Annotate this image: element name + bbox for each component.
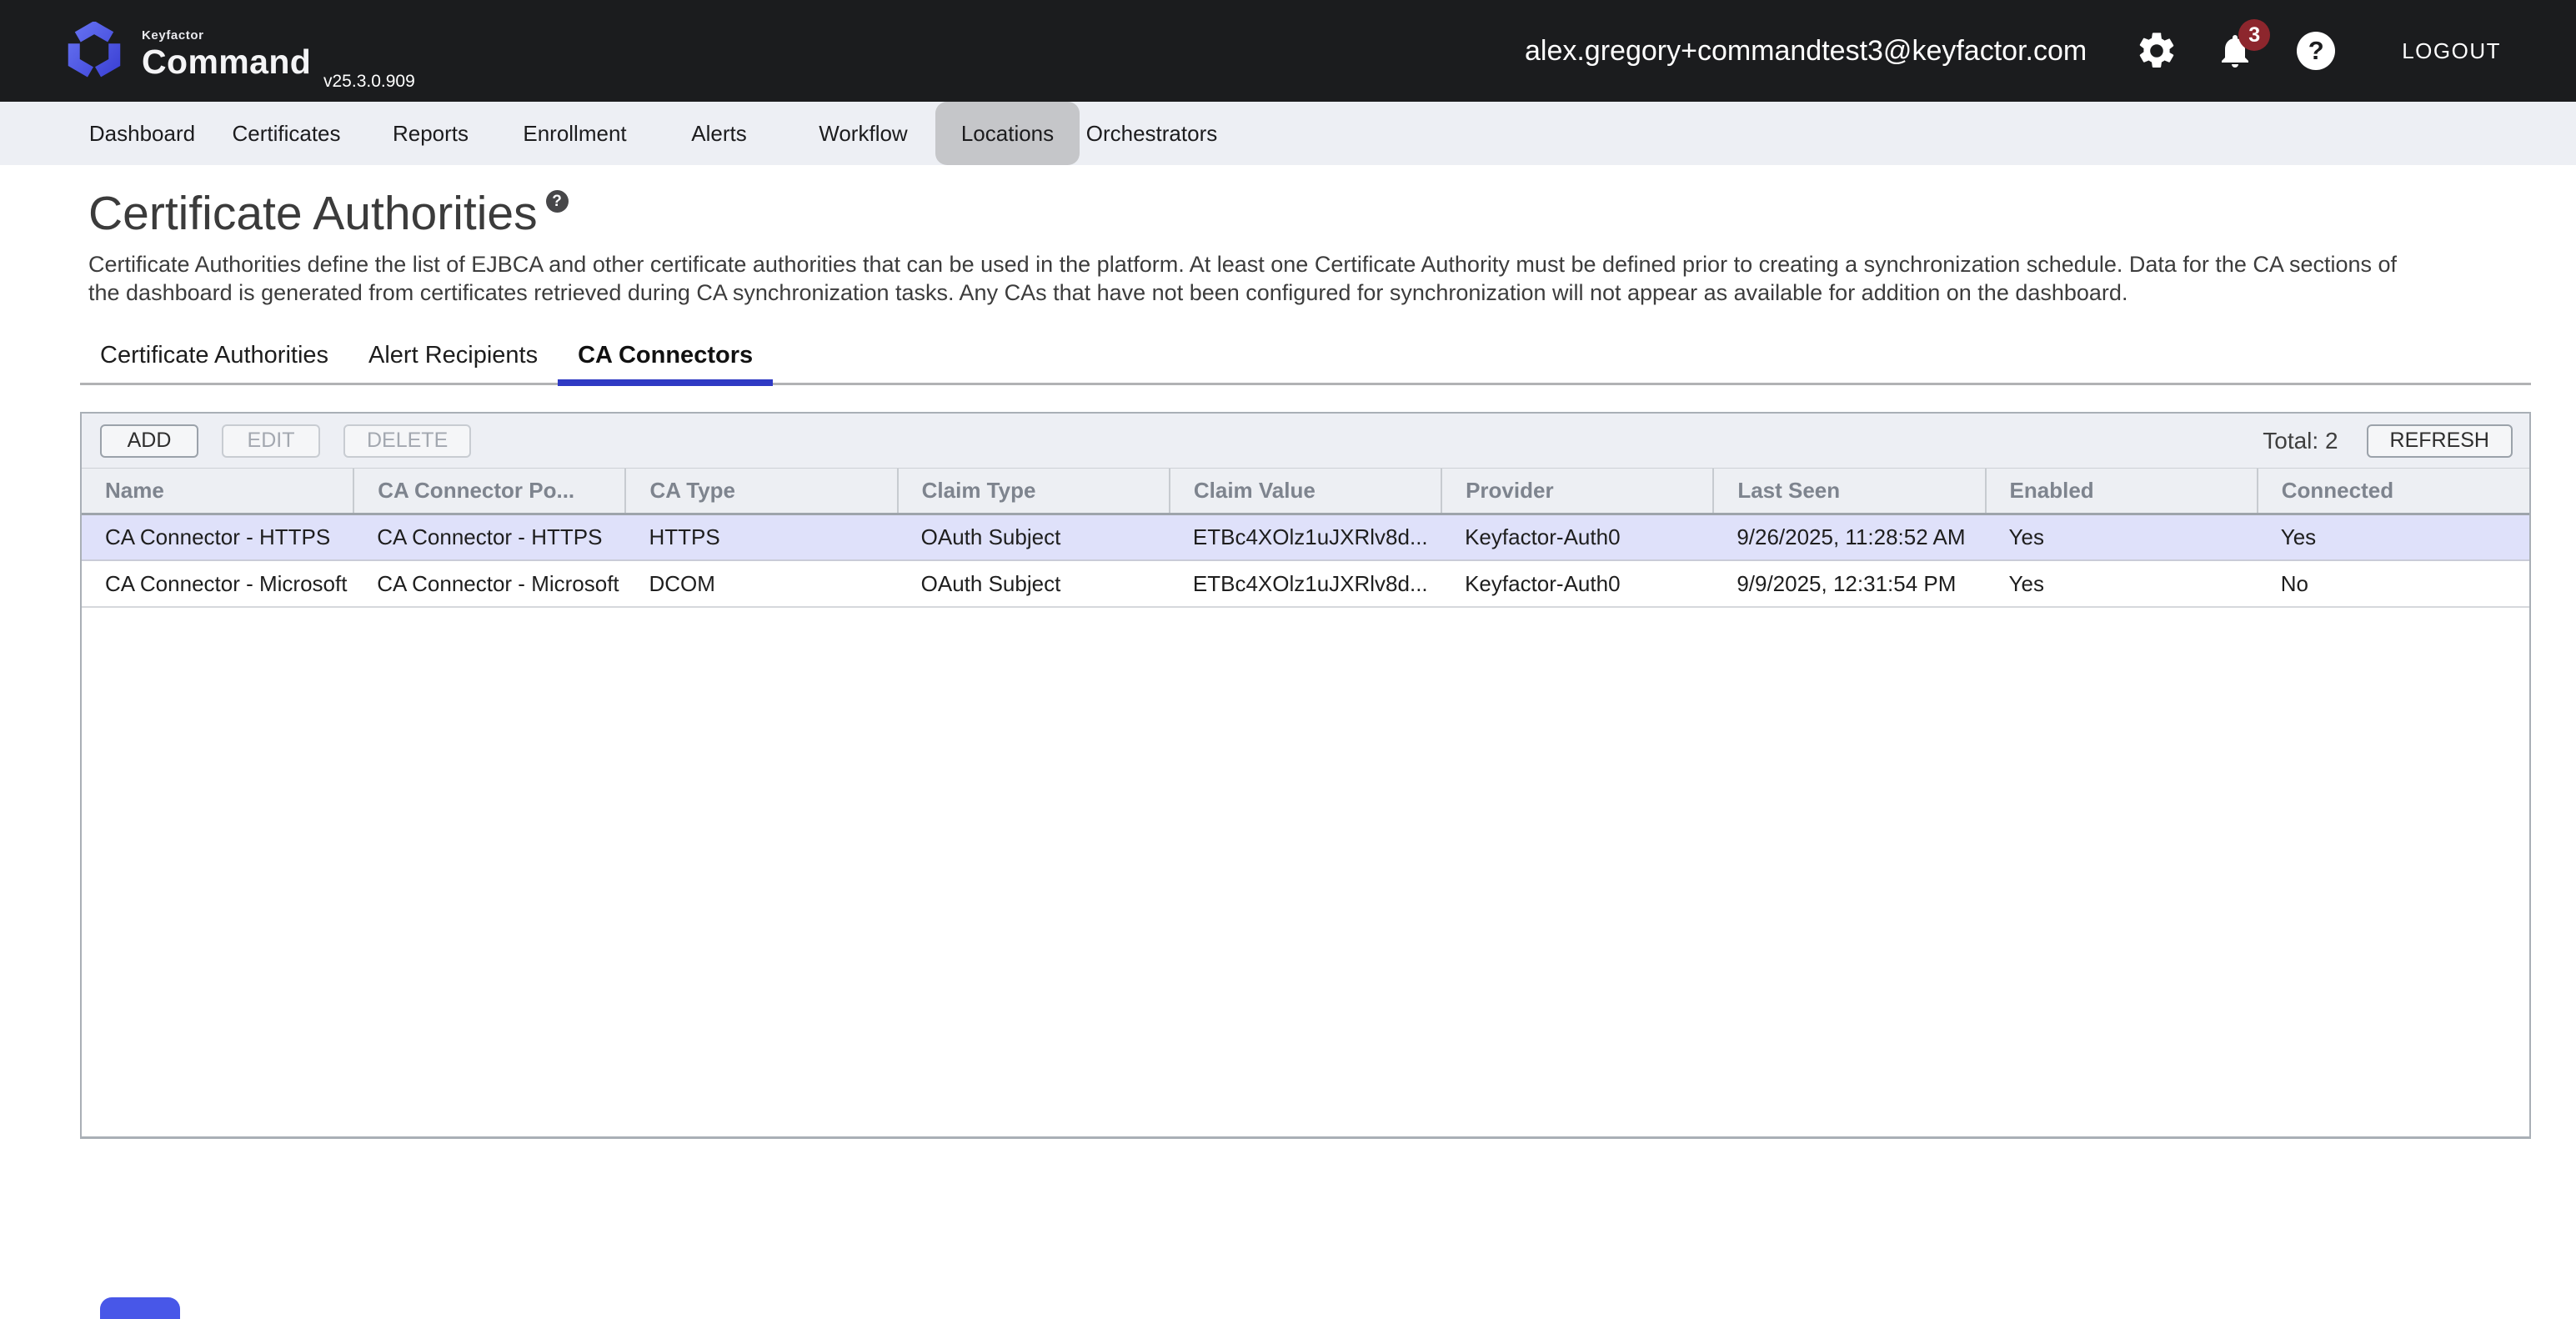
settings-gear-icon[interactable] [2135, 29, 2178, 73]
table-cell: ETBc4XOlz1uJXRlv8d... [1170, 514, 1441, 560]
notifications-bell-icon[interactable]: 3 [2215, 31, 2255, 71]
table-cell: 9/9/2025, 12:31:54 PM [1713, 560, 1985, 607]
nav-item-workflow[interactable]: Workflow [791, 102, 935, 165]
delete-button[interactable]: DELETE [343, 424, 471, 458]
keyfactor-hexagon-icon [65, 22, 123, 80]
main-content: Certificate Authorities ? Certificate Au… [0, 187, 2576, 1139]
table-cell: CA Connector - HTTPS [82, 514, 353, 560]
column-header-enabled[interactable]: Enabled [1986, 469, 2258, 514]
table-cell: CA Connector - Microsoft [82, 560, 353, 607]
nav-item-certificates[interactable]: Certificates [214, 102, 358, 165]
table-cell: 9/26/2025, 11:28:52 AM [1713, 514, 1985, 560]
table-cell: Keyfactor-Auth0 [1441, 514, 1713, 560]
table-cell: HTTPS [625, 514, 897, 560]
column-header-ca-connector-pool[interactable]: CA Connector Po... [353, 469, 625, 514]
table-cell: OAuth Subject [898, 514, 1170, 560]
table-cell: DCOM [625, 560, 897, 607]
app-root: Keyfactor Command v25.3.0.909 alex.grego… [0, 0, 2576, 1139]
page-title-text: Certificate Authorities [88, 187, 538, 240]
nav-item-enrollment[interactable]: Enrollment [503, 102, 647, 165]
nav-item-locations[interactable]: Locations [935, 102, 1080, 165]
table-cell: CA Connector - Microsoft [353, 560, 625, 607]
total-count: Total: 2 [2263, 428, 2338, 454]
topbar-right: alex.gregory+commandtest3@keyfactor.com … [1525, 0, 2501, 102]
brand-text: Keyfactor Command [142, 17, 311, 81]
column-header-ca-type[interactable]: CA Type [625, 469, 897, 514]
table-row-ca-connector-https[interactable]: CA Connector - HTTPS CA Connector - HTTP… [82, 514, 2529, 560]
notification-badge: 3 [2238, 19, 2270, 51]
ca-connectors-panel: ADD EDIT DELETE Total: 2 REFRESH Name CA… [80, 412, 2531, 1139]
table-cell: Yes [1986, 560, 2258, 607]
column-header-provider[interactable]: Provider [1441, 469, 1713, 514]
column-header-connected[interactable]: Connected [2258, 469, 2529, 514]
add-button[interactable]: ADD [100, 424, 198, 458]
tab-alert-recipients[interactable]: Alert Recipients [348, 342, 558, 383]
chat-widget-button[interactable] [100, 1297, 180, 1319]
nav-item-alerts[interactable]: Alerts [647, 102, 791, 165]
table-cell: Yes [2258, 514, 2529, 560]
brand-name: Keyfactor [142, 28, 311, 43]
column-header-last-seen[interactable]: Last Seen [1713, 469, 1985, 514]
table-cell: No [2258, 560, 2529, 607]
nav-item-dashboard[interactable]: Dashboard [70, 102, 214, 165]
ca-connectors-table: Name CA Connector Po... CA Type Claim Ty… [82, 469, 2529, 608]
help-glyph: ? [2308, 36, 2324, 66]
title-help-icon[interactable]: ? [546, 190, 569, 213]
tab-ca-connectors[interactable]: CA Connectors [558, 342, 773, 383]
nav-item-reports[interactable]: Reports [358, 102, 503, 165]
logout-button[interactable]: LOGOUT [2402, 38, 2501, 64]
tab-certificate-authorities[interactable]: Certificate Authorities [80, 342, 348, 383]
help-icon[interactable]: ? [2297, 32, 2335, 70]
brand-logo[interactable]: Keyfactor Command [65, 17, 311, 81]
table-cell: Yes [1986, 514, 2258, 560]
page-title: Certificate Authorities ? [88, 187, 2576, 240]
version-label: v25.3.0.909 [323, 72, 415, 92]
table-cell: CA Connector - HTTPS [353, 514, 625, 560]
table-cell: Keyfactor-Auth0 [1441, 560, 1713, 607]
tab-bar: Certificate Authorities Alert Recipients… [80, 342, 2531, 385]
nav-item-orchestrators[interactable]: Orchestrators [1080, 102, 1224, 165]
table-toolbar: ADD EDIT DELETE Total: 2 REFRESH [82, 414, 2529, 469]
topbar: Keyfactor Command v25.3.0.909 alex.grego… [0, 0, 2576, 102]
column-header-claim-type[interactable]: Claim Type [898, 469, 1170, 514]
page-description: Certificate Authorities define the list … [88, 250, 2414, 307]
column-header-name[interactable]: Name [82, 469, 353, 514]
table-cell: ETBc4XOlz1uJXRlv8d... [1170, 560, 1441, 607]
refresh-button[interactable]: REFRESH [2367, 424, 2513, 458]
table-header-row: Name CA Connector Po... CA Type Claim Ty… [82, 469, 2529, 514]
edit-button[interactable]: EDIT [222, 424, 320, 458]
table-row-ca-connector-microsoft[interactable]: CA Connector - Microsoft CA Connector - … [82, 560, 2529, 607]
product-name: Command [142, 43, 311, 81]
user-email: alex.gregory+commandtest3@keyfactor.com [1525, 35, 2087, 68]
column-header-claim-value[interactable]: Claim Value [1170, 469, 1441, 514]
main-nav: Dashboard Certificates Reports Enrollmen… [0, 102, 2576, 165]
table-cell: OAuth Subject [898, 560, 1170, 607]
